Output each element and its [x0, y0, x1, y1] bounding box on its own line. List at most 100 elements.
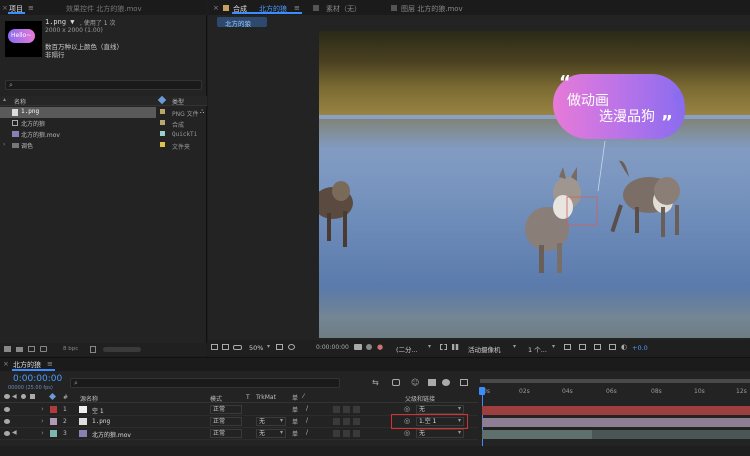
audio-icon[interactable]: ◀	[12, 429, 17, 436]
switch-box[interactable]	[343, 418, 350, 425]
work-area-bar[interactable]	[480, 379, 750, 383]
chevron-down-icon[interactable]: ▾	[267, 343, 270, 350]
layer-bar[interactable]	[482, 418, 750, 427]
resolution-select[interactable]: (二分...	[396, 344, 418, 354]
lock-icon[interactable]	[223, 5, 229, 11]
timeline-timecode[interactable]: 0:00:00:00	[13, 374, 62, 384]
new-composition-icon[interactable]	[28, 346, 35, 352]
tab-layer[interactable]: 图层 北方的狼.mov	[401, 4, 463, 14]
sort-arrow-icon[interactable]: ▴	[3, 96, 6, 103]
chevron-down-icon[interactable]: ▾	[458, 405, 461, 412]
asset-name[interactable]: 1.png ▼	[45, 18, 75, 26]
label-color-swatch[interactable]	[160, 131, 165, 136]
pick-whip-icon[interactable]: ◎	[404, 405, 410, 413]
switch-shy[interactable]: 单	[292, 405, 298, 414]
motion-blur-icon[interactable]	[442, 379, 450, 386]
snapshot-icon[interactable]	[354, 344, 362, 350]
layer-bar-tail[interactable]	[592, 430, 750, 439]
mode-select[interactable]: 正常	[210, 429, 242, 438]
label-color-swatch[interactable]	[160, 142, 165, 147]
thumbnail-size-slider[interactable]	[103, 347, 141, 352]
tab-effects-controls[interactable]: 效果控件 北方的狼.mov	[66, 4, 142, 14]
views-select[interactable]: 1 个...	[528, 344, 547, 354]
column-name[interactable]: 名称	[14, 97, 26, 106]
chevron-down-icon[interactable]: ▾	[458, 417, 461, 424]
parent-select[interactable]: 无	[416, 429, 464, 438]
fast-previews-icon[interactable]	[579, 344, 586, 350]
video-visibility-icon[interactable]	[4, 394, 10, 399]
layer-bar[interactable]	[482, 430, 592, 439]
pick-whip-icon[interactable]: ◎	[404, 417, 410, 425]
switch-shy[interactable]: 单	[292, 429, 298, 438]
speech-bubble[interactable]: “ 做动画 选漫品狗 ”	[553, 72, 685, 139]
panel-menu-icon[interactable]: ≡	[28, 4, 34, 12]
layer-name[interactable]: 1.png	[92, 418, 110, 425]
list-item[interactable]: 1.png	[0, 107, 156, 118]
layer-row[interactable]: ◀ › 3 北方的狼.mov 正常 无 ▾ 单 / ◎ 无 ▾	[0, 428, 478, 440]
tab-material[interactable]: 素材（无）	[326, 4, 361, 14]
vr-goggles-icon[interactable]	[233, 345, 242, 350]
switch-box[interactable]	[343, 430, 350, 437]
panel-menu-icon[interactable]: ≡	[47, 360, 53, 368]
lock-icon[interactable]	[391, 5, 397, 11]
delete-icon[interactable]	[90, 346, 96, 353]
expand-arrow-icon[interactable]: ›	[41, 429, 44, 437]
timeline-icon[interactable]	[594, 344, 601, 350]
layer-label-color[interactable]	[50, 406, 57, 413]
label-color-swatch[interactable]	[160, 109, 165, 114]
column-mode[interactable]: 模式	[210, 394, 222, 403]
camera-select[interactable]: 活动摄像机	[468, 344, 501, 354]
chevron-down-icon[interactable]: ▾	[458, 429, 461, 436]
column-type[interactable]: 类型	[172, 97, 184, 106]
playhead-handle[interactable]	[479, 387, 485, 395]
mode-select[interactable]: 正常	[210, 417, 242, 426]
label-column-icon[interactable]	[48, 392, 57, 401]
eye-icon[interactable]	[4, 431, 10, 436]
chevron-down-icon[interactable]: ▾	[280, 417, 283, 424]
parent-select[interactable]: 1.空 1	[416, 417, 464, 426]
comp-mini-flowchart-icon[interactable]: ⇆	[372, 378, 379, 387]
flowchart-icon[interactable]	[609, 344, 616, 350]
chevron-down-icon[interactable]: ▾	[552, 343, 555, 350]
switch-box[interactable]	[333, 430, 340, 437]
safe-margins-icon[interactable]	[276, 344, 283, 350]
always-preview-icon[interactable]	[211, 344, 218, 350]
grid-icon[interactable]	[222, 344, 229, 350]
switch-shy[interactable]: 单	[292, 417, 298, 426]
close-icon[interactable]: ×	[3, 360, 9, 368]
comp-breadcrumb[interactable]: 北方的狼	[217, 17, 267, 28]
switches-icon[interactable]: 单	[292, 393, 298, 402]
expand-arrow-icon[interactable]: ›	[41, 417, 44, 425]
close-icon[interactable]: ×	[213, 4, 219, 12]
switch-box[interactable]	[343, 406, 350, 413]
switch-box[interactable]	[333, 406, 340, 413]
column-t[interactable]: T	[246, 394, 250, 401]
column-trkmat[interactable]: TrkMat	[256, 394, 276, 401]
frame-blending-icon[interactable]	[428, 379, 436, 386]
zoom-select[interactable]: 50%	[249, 344, 263, 352]
switch-effect[interactable]: /	[306, 405, 308, 412]
exposure-value[interactable]: +0.0	[632, 344, 648, 352]
expand-arrow-icon[interactable]: ›	[3, 141, 5, 148]
layer-bar[interactable]	[482, 406, 750, 415]
lock-column-icon[interactable]	[30, 394, 35, 399]
switch-box[interactable]	[353, 430, 360, 437]
current-time[interactable]: 0:00:00:00	[316, 344, 349, 351]
color-channels-icon[interactable]: ●	[377, 343, 383, 351]
show-snapshot-icon[interactable]	[366, 344, 372, 350]
label-column-icon[interactable]	[157, 95, 167, 105]
region-of-interest-icon[interactable]	[440, 344, 447, 350]
switch-box[interactable]	[353, 418, 360, 425]
solo-icon[interactable]	[21, 394, 26, 399]
column-source-name[interactable]: 源名称	[80, 394, 98, 403]
layer-name[interactable]: 北方的狼.mov	[92, 430, 131, 439]
list-item[interactable]: › 调色	[0, 140, 156, 151]
lock-icon[interactable]	[313, 5, 319, 11]
time-ruler[interactable]: 0s 02s 04s 06s 08s 10s 12s	[478, 379, 750, 401]
pick-whip-icon[interactable]: ◎	[404, 429, 410, 437]
label-color-swatch[interactable]	[160, 120, 165, 125]
list-item[interactable]: 北方的狼	[0, 118, 156, 129]
switch-box[interactable]	[353, 406, 360, 413]
expand-arrow-icon[interactable]: ›	[41, 405, 44, 413]
adjust-icon[interactable]	[40, 346, 47, 352]
